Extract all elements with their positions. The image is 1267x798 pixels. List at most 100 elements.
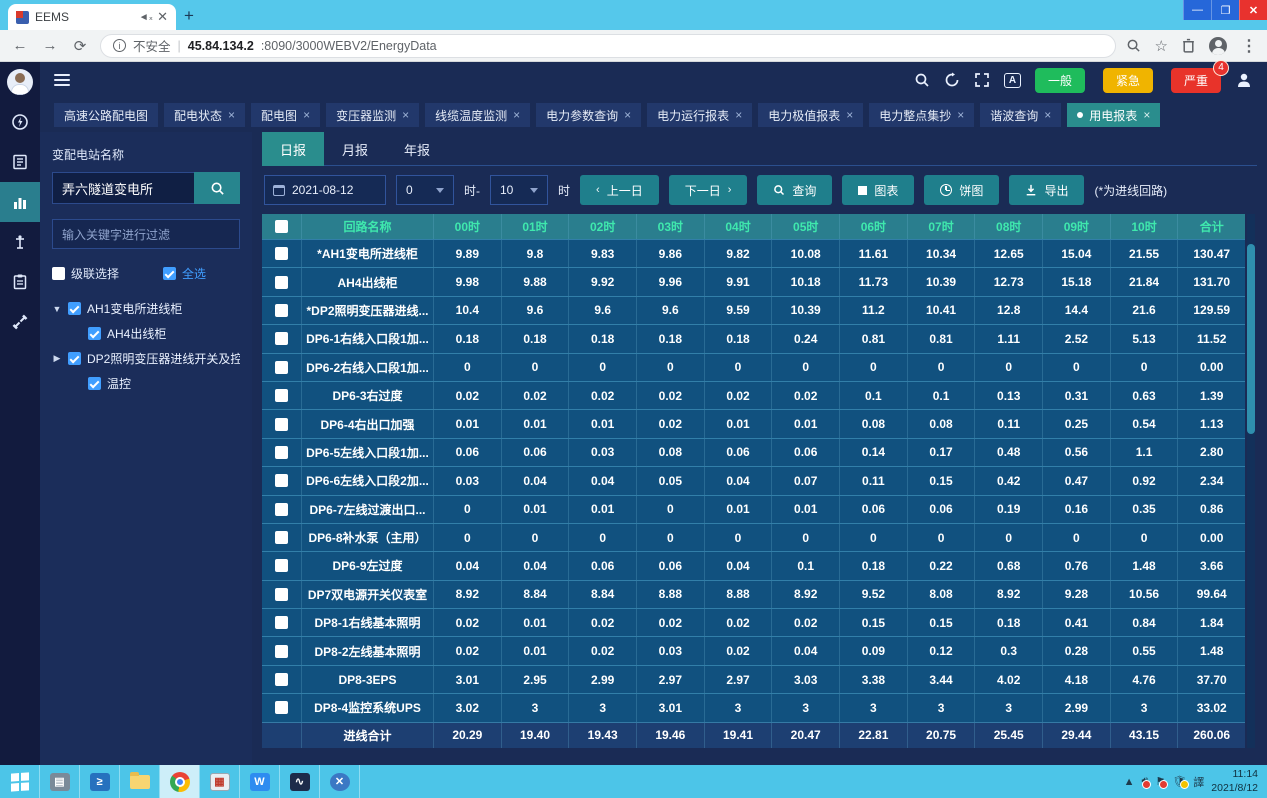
row-checkbox[interactable] — [275, 247, 288, 260]
browser-tab-eems[interactable]: EEMS ◄᙮ ✕ — [8, 4, 176, 30]
query-button[interactable]: 查询 — [757, 175, 832, 205]
cascade-checkbox[interactable] — [52, 267, 65, 280]
taskbar-server-manager[interactable]: ▤ — [40, 765, 80, 798]
page-info-icon[interactable]: i — [113, 39, 126, 52]
tree-node[interactable]: ▼AH1变电所进线柜 — [52, 296, 240, 321]
taskbar-wps[interactable]: W — [240, 765, 280, 798]
tab-close-icon[interactable]: × — [228, 108, 235, 122]
rail-item-settings[interactable] — [0, 302, 40, 342]
forward-icon[interactable]: → — [40, 37, 60, 54]
row-checkbox[interactable] — [275, 389, 288, 402]
network-flag-icon[interactable]: ⚑ — [1155, 775, 1165, 788]
row-checkbox[interactable] — [275, 701, 288, 714]
alarm-button-严重[interactable]: 严重4 — [1171, 68, 1221, 93]
taskbar-tools-app[interactable]: ✕ — [320, 765, 360, 798]
nav-tab[interactable]: 配电状态× — [164, 103, 245, 127]
taskbar-file-explorer[interactable] — [120, 765, 160, 798]
minimize-button[interactable]: — — [1183, 0, 1211, 20]
taskbar-monitor-app[interactable]: ▦ — [200, 765, 240, 798]
delete-icon[interactable] — [1182, 38, 1195, 53]
tree-checkbox[interactable] — [68, 352, 81, 365]
rail-item-report[interactable] — [0, 142, 40, 182]
tree-checkbox[interactable] — [68, 302, 81, 315]
tree-checkbox[interactable] — [88, 327, 101, 340]
tab-close-icon[interactable]: × — [624, 108, 631, 122]
rail-item-energy-report[interactable] — [0, 182, 40, 222]
tab-close-icon[interactable]: × — [957, 108, 964, 122]
report-tab-年报[interactable]: 年报 — [386, 132, 448, 166]
audio-playing-icon[interactable]: ◄᙮ — [139, 12, 153, 23]
select-all-rows-checkbox[interactable] — [275, 220, 288, 233]
taskbar-scada-app[interactable]: ∿ — [280, 765, 320, 798]
tree-node[interactable]: 温控 — [52, 371, 240, 396]
user-avatar[interactable] — [0, 62, 40, 102]
row-checkbox[interactable] — [275, 276, 288, 289]
row-checkbox[interactable] — [275, 304, 288, 317]
nav-tab[interactable]: 电力参数查询× — [536, 103, 641, 127]
maximize-button[interactable]: ❐ — [1211, 0, 1239, 20]
tab-close-icon[interactable]: × — [735, 108, 742, 122]
tree-node[interactable]: ▶DP2照明变压器进线开关及控制室 — [52, 346, 240, 371]
nav-tab[interactable]: 谐波查询× — [980, 103, 1061, 127]
station-search-button[interactable] — [194, 172, 240, 204]
user-icon[interactable] — [1235, 71, 1253, 89]
row-checkbox[interactable] — [275, 361, 288, 374]
pie-button[interactable]: 饼图 — [924, 175, 999, 205]
browser-menu-icon[interactable]: ⋮ — [1241, 36, 1257, 56]
profile-avatar-icon[interactable] — [1209, 37, 1227, 55]
hour-to-select[interactable]: 10 — [490, 175, 548, 205]
row-checkbox[interactable] — [275, 474, 288, 487]
back-icon[interactable]: ← — [10, 37, 30, 54]
fullscreen-icon[interactable] — [974, 72, 990, 88]
row-checkbox[interactable] — [275, 673, 288, 686]
taskbar-powershell[interactable]: ≥ — [80, 765, 120, 798]
zoom-icon[interactable] — [1126, 38, 1141, 53]
tree-arrow-icon[interactable]: ▼ — [52, 304, 62, 314]
taskbar-chrome[interactable] — [160, 765, 200, 798]
keyword-filter-input[interactable]: 输入关键字进行过滤 — [52, 219, 240, 249]
row-checkbox[interactable] — [275, 588, 288, 601]
nav-tab[interactable]: 变压器监测× — [326, 103, 419, 127]
tab-close-icon[interactable]: × — [513, 108, 520, 122]
station-search-input[interactable]: 弄六隧道变电所 — [52, 172, 194, 204]
rail-item-records[interactable] — [0, 262, 40, 302]
nav-tab[interactable]: 电力整点集抄× — [869, 103, 974, 127]
rail-item-power[interactable] — [0, 102, 40, 142]
vertical-scrollbar[interactable] — [1247, 214, 1255, 748]
nav-tab[interactable]: 线缆温度监测× — [425, 103, 530, 127]
tab-close-icon[interactable]: ✕ — [157, 9, 168, 25]
row-checkbox[interactable] — [275, 616, 288, 629]
search-icon[interactable] — [914, 72, 930, 88]
date-picker[interactable]: 2021-08-12 — [264, 175, 386, 205]
start-button[interactable] — [0, 765, 40, 798]
security-warning-icon[interactable]: 🛡︎ — [1172, 775, 1186, 788]
tab-close-icon[interactable]: × — [402, 108, 409, 122]
nav-tab[interactable]: 用电报表× — [1067, 103, 1160, 127]
row-checkbox[interactable] — [275, 531, 288, 544]
row-checkbox[interactable] — [275, 645, 288, 658]
new-tab-button[interactable]: + — [176, 4, 202, 28]
nav-tab[interactable]: 配电图× — [251, 103, 320, 127]
nav-tab[interactable]: 电力极值报表× — [758, 103, 863, 127]
address-bar[interactable]: i 不安全 | 45.84.134.2 :8090/3000WEBV2/Ener… — [100, 34, 1116, 58]
refresh-icon[interactable] — [944, 72, 960, 88]
row-checkbox[interactable] — [275, 418, 288, 431]
ime-icon[interactable]: 譯 — [1193, 774, 1204, 790]
tab-close-icon[interactable]: × — [1044, 108, 1051, 122]
tab-close-icon[interactable]: × — [303, 108, 310, 122]
tree-checkbox[interactable] — [88, 377, 101, 390]
tab-close-icon[interactable]: × — [846, 108, 853, 122]
alarm-button-一般[interactable]: 一般 — [1035, 68, 1085, 93]
next-day-button[interactable]: 下一日› — [669, 175, 748, 205]
alarm-button-紧急[interactable]: 紧急 — [1103, 68, 1153, 93]
report-tab-日报[interactable]: 日报 — [262, 132, 324, 166]
rail-item-device[interactable] — [0, 222, 40, 262]
bookmark-star-icon[interactable]: ☆ — [1155, 37, 1168, 55]
prev-day-button[interactable]: ‹上一日 — [580, 175, 659, 205]
export-button[interactable]: 导出 — [1009, 175, 1084, 205]
row-checkbox[interactable] — [275, 446, 288, 459]
nav-tab[interactable]: 电力运行报表× — [647, 103, 752, 127]
nav-tab[interactable]: 高速公路配电图 — [54, 103, 158, 127]
row-checkbox[interactable] — [275, 503, 288, 516]
close-window-button[interactable]: ✕ — [1239, 0, 1267, 20]
